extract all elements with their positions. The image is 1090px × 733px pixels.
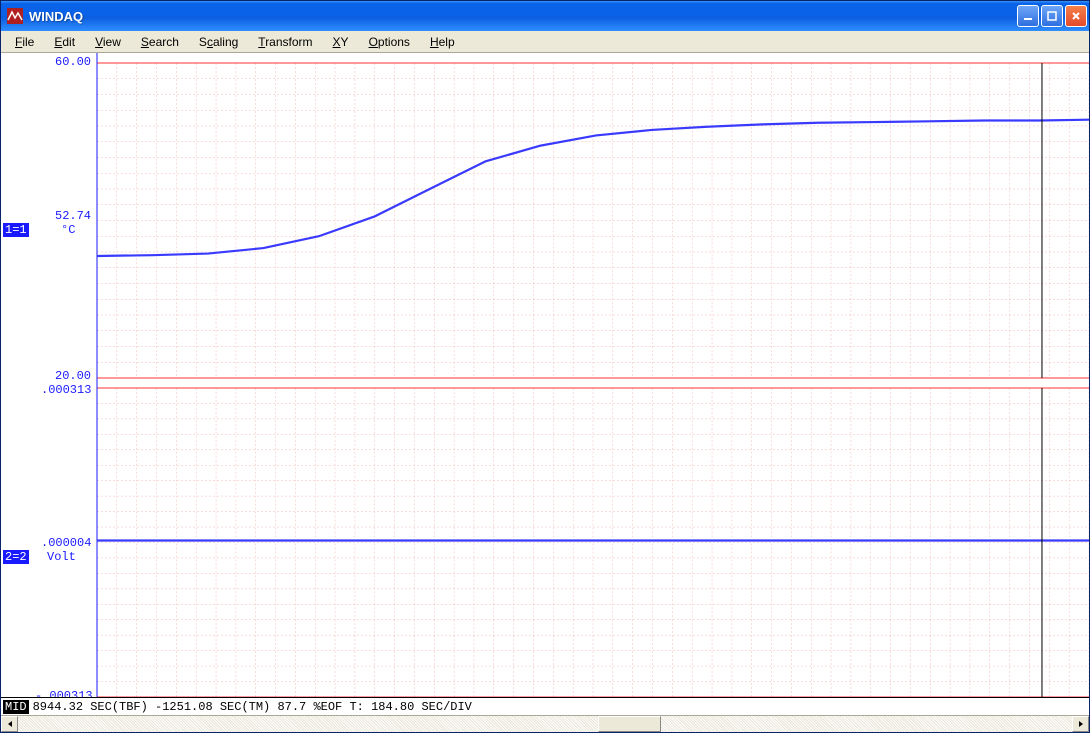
- menu-label: ransform: [265, 35, 312, 49]
- app-icon: [7, 8, 23, 24]
- scroll-right-button[interactable]: [1072, 716, 1089, 732]
- menu-view[interactable]: View: [87, 33, 129, 51]
- menu-options[interactable]: Options: [361, 33, 418, 51]
- statusbar: MID 8944.32 SEC(TBF) -1251.08 SEC(TM) 87…: [1, 697, 1089, 715]
- menu-label: elp: [439, 35, 455, 49]
- menu-edit[interactable]: Edit: [46, 33, 83, 51]
- scroll-thumb[interactable]: [598, 716, 661, 732]
- menu-xy[interactable]: XY: [325, 33, 357, 51]
- window-title: WINDAQ: [29, 9, 1017, 24]
- status-mode[interactable]: MID: [3, 700, 29, 714]
- hscrollbar: [1, 715, 1089, 732]
- menu-label: ile: [22, 35, 34, 49]
- close-button[interactable]: [1065, 5, 1087, 27]
- menu-label: dit: [62, 35, 75, 49]
- status-text: 8944.32 SEC(TBF) -1251.08 SEC(TM) 87.7 %…: [33, 700, 472, 714]
- plot-area[interactable]: 60.00 52.74 1=1 °C 20.00 .000313 .000004…: [1, 53, 1089, 697]
- menu-label: S: [199, 35, 207, 49]
- scroll-left-button[interactable]: [1, 716, 18, 732]
- menu-label: Y: [341, 35, 349, 49]
- menu-search[interactable]: Search: [133, 33, 187, 51]
- menu-help[interactable]: Help: [422, 33, 463, 51]
- maximize-button[interactable]: [1041, 5, 1063, 27]
- minimize-button[interactable]: [1017, 5, 1039, 27]
- menu-transform[interactable]: Transform: [250, 33, 320, 51]
- menubar: File Edit View Search Scaling Transform …: [1, 31, 1089, 53]
- menu-label: earch: [149, 35, 179, 49]
- menu-label: iew: [103, 35, 121, 49]
- window-controls: [1017, 5, 1087, 27]
- titlebar: WINDAQ: [1, 1, 1089, 31]
- menu-label: aling: [213, 35, 238, 49]
- scroll-track[interactable]: [18, 716, 1072, 732]
- menu-scaling[interactable]: Scaling: [191, 33, 246, 51]
- menu-label: ptions: [378, 35, 410, 49]
- plot-canvas: [1, 53, 1089, 697]
- menu-file[interactable]: File: [7, 33, 42, 51]
